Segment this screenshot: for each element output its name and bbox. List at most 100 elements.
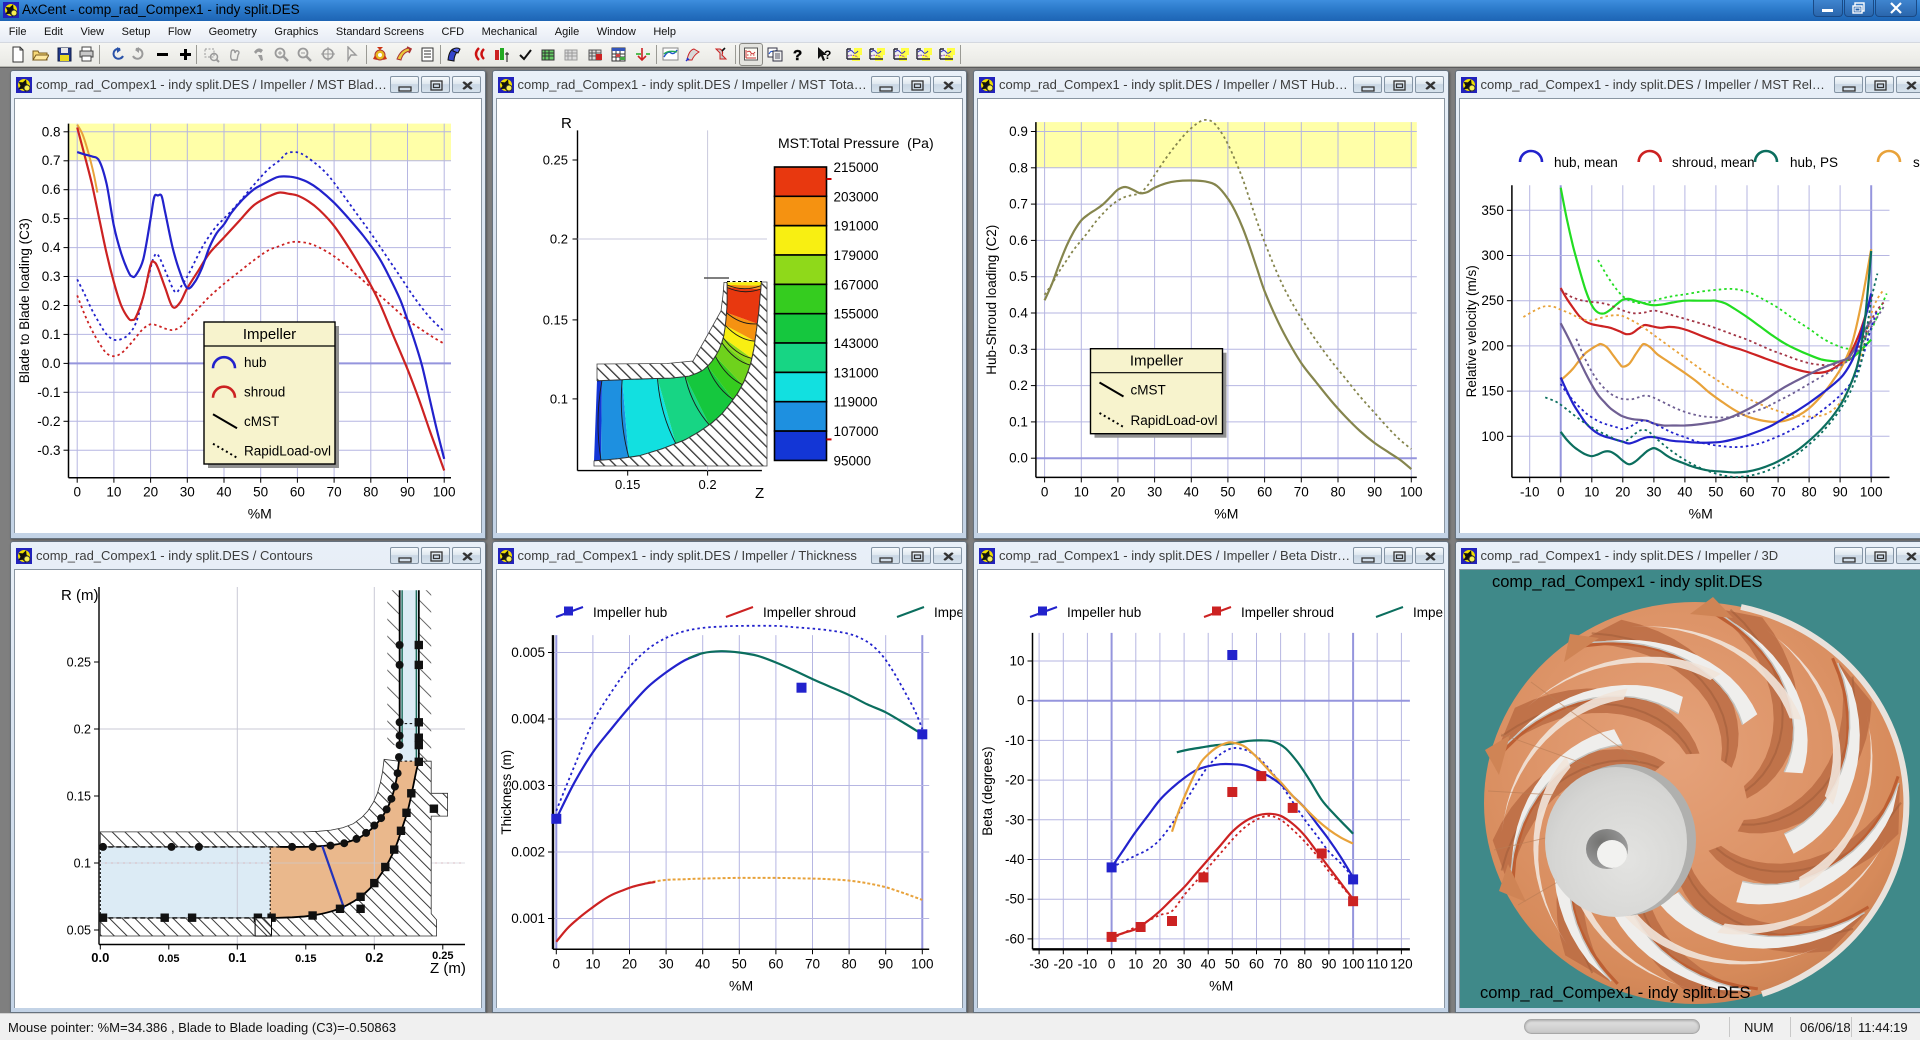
svg-text:100: 100 bbox=[911, 956, 934, 971]
svg-text:R (m): R (m) bbox=[61, 587, 99, 604]
svg-text:-50: -50 bbox=[1005, 892, 1025, 907]
svg-text:60: 60 bbox=[1257, 484, 1272, 499]
svg-text:215000: 215000 bbox=[833, 160, 878, 175]
svg-text:-30: -30 bbox=[1029, 956, 1049, 971]
svg-text:hub: hub bbox=[244, 355, 267, 370]
svg-text:0.4: 0.4 bbox=[42, 240, 61, 255]
svg-text:Impeller hub: Impeller hub bbox=[593, 605, 667, 620]
svg-text:200: 200 bbox=[1481, 338, 1504, 353]
svg-text:Impeller: Impeller bbox=[243, 326, 296, 343]
svg-text:95000: 95000 bbox=[833, 453, 871, 468]
svg-text:0.05: 0.05 bbox=[158, 953, 179, 965]
svg-text:50: 50 bbox=[1220, 484, 1235, 499]
svg-text:hub, mean: hub, mean bbox=[1554, 155, 1618, 170]
svg-text:comp_rad_Compex1 - indy split.: comp_rad_Compex1 - indy split.DES bbox=[1492, 573, 1763, 591]
svg-text:90: 90 bbox=[878, 956, 893, 971]
svg-text:comp_rad_Compex1 - indy split.: comp_rad_Compex1 - indy split.DES bbox=[1480, 984, 1751, 1002]
svg-text:119000: 119000 bbox=[833, 395, 877, 410]
svg-text:Impeller shroud: Impeller shroud bbox=[1241, 605, 1334, 620]
svg-text:80: 80 bbox=[363, 485, 378, 500]
svg-text:30: 30 bbox=[1177, 956, 1192, 971]
svg-text:0.4: 0.4 bbox=[1009, 306, 1028, 321]
svg-text:60: 60 bbox=[1249, 956, 1264, 971]
svg-text:Impeller hub: Impeller hub bbox=[1067, 605, 1141, 620]
svg-text:0.0: 0.0 bbox=[42, 356, 61, 371]
svg-text:Impeller shroud: Impeller shroud bbox=[763, 605, 856, 620]
svg-text:179000: 179000 bbox=[833, 248, 878, 263]
svg-text:167000: 167000 bbox=[833, 277, 878, 292]
svg-text:%M: %M bbox=[1688, 505, 1712, 521]
svg-text:Blade to Blade loading (C3): Blade to Blade loading (C3) bbox=[17, 218, 32, 383]
svg-text:10: 10 bbox=[1128, 956, 1143, 971]
svg-text:70: 70 bbox=[1770, 484, 1785, 499]
svg-text:0.3: 0.3 bbox=[1009, 342, 1028, 357]
svg-text:0.0: 0.0 bbox=[1009, 451, 1028, 466]
svg-text:0: 0 bbox=[1017, 693, 1025, 708]
svg-text:100: 100 bbox=[1481, 429, 1504, 444]
svg-text:-10: -10 bbox=[1519, 484, 1539, 499]
svg-text:0.0: 0.0 bbox=[91, 950, 109, 965]
svg-text:%M: %M bbox=[1209, 977, 1233, 993]
svg-text:0.15: 0.15 bbox=[615, 477, 640, 492]
svg-text:60: 60 bbox=[1739, 484, 1754, 499]
svg-text:%M: %M bbox=[1214, 505, 1238, 521]
svg-text:0.2: 0.2 bbox=[698, 477, 716, 492]
svg-text:40: 40 bbox=[1184, 484, 1199, 499]
svg-text:0.002: 0.002 bbox=[511, 845, 545, 860]
svg-text:-20: -20 bbox=[1054, 956, 1074, 971]
svg-text:30: 30 bbox=[1147, 484, 1162, 499]
svg-text:350: 350 bbox=[1481, 203, 1504, 218]
svg-text:-60: -60 bbox=[1005, 931, 1025, 946]
svg-text:Z (m): Z (m) bbox=[430, 960, 466, 977]
svg-text:90: 90 bbox=[1321, 956, 1336, 971]
svg-text:shroud, mean: shroud, mean bbox=[1672, 155, 1755, 170]
svg-text:R: R bbox=[561, 115, 572, 132]
svg-text:143000: 143000 bbox=[833, 336, 878, 351]
svg-text:0: 0 bbox=[1556, 484, 1564, 499]
svg-text:0.1: 0.1 bbox=[549, 391, 567, 406]
svg-text:-10: -10 bbox=[1005, 733, 1025, 748]
svg-text:0.1: 0.1 bbox=[74, 857, 91, 871]
svg-text:-0.2: -0.2 bbox=[37, 414, 60, 429]
svg-text:Relative velocity (m/s): Relative velocity (m/s) bbox=[1464, 265, 1479, 397]
svg-text:10: 10 bbox=[106, 485, 121, 500]
svg-text:107000: 107000 bbox=[833, 424, 878, 439]
svg-text:10: 10 bbox=[585, 956, 600, 971]
svg-text:0.25: 0.25 bbox=[67, 656, 91, 670]
svg-text:Hub-Shroud loading (C2): Hub-Shroud loading (C2) bbox=[984, 225, 999, 375]
svg-text:30: 30 bbox=[658, 956, 673, 971]
svg-text:10: 10 bbox=[1074, 484, 1089, 499]
svg-text:shroud: shroud bbox=[244, 385, 285, 400]
svg-text:50: 50 bbox=[253, 485, 268, 500]
svg-text:0.2: 0.2 bbox=[74, 723, 91, 737]
svg-text:100: 100 bbox=[433, 485, 456, 500]
svg-text:0.8: 0.8 bbox=[1009, 160, 1028, 175]
svg-text:-0.1: -0.1 bbox=[37, 385, 60, 400]
svg-text:%M: %M bbox=[729, 977, 753, 993]
svg-text:120: 120 bbox=[1390, 956, 1413, 971]
svg-text:0.2: 0.2 bbox=[1009, 378, 1028, 393]
svg-text:0: 0 bbox=[73, 485, 81, 500]
svg-text:60: 60 bbox=[768, 956, 783, 971]
svg-text:-0.3: -0.3 bbox=[37, 443, 60, 458]
svg-text:131000: 131000 bbox=[833, 365, 878, 380]
svg-text:203000: 203000 bbox=[833, 189, 878, 204]
svg-text:0.9: 0.9 bbox=[1009, 124, 1028, 139]
svg-text:20: 20 bbox=[621, 956, 636, 971]
svg-text:0: 0 bbox=[1041, 484, 1049, 499]
svg-text:hub, PS: hub, PS bbox=[1790, 155, 1838, 170]
svg-text:80: 80 bbox=[1801, 484, 1816, 499]
svg-text:?: ? bbox=[793, 47, 802, 63]
svg-text:50: 50 bbox=[731, 956, 746, 971]
svg-text:0.6: 0.6 bbox=[42, 182, 61, 197]
svg-text:10: 10 bbox=[1009, 654, 1024, 669]
svg-text:50: 50 bbox=[1708, 484, 1723, 499]
svg-text:100: 100 bbox=[1400, 484, 1423, 499]
svg-text:Impeller: Impeller bbox=[1130, 353, 1183, 370]
svg-text:s: s bbox=[1913, 155, 1920, 170]
svg-text:50: 50 bbox=[1225, 956, 1240, 971]
svg-text:0.15: 0.15 bbox=[295, 953, 316, 965]
svg-text:0.1: 0.1 bbox=[228, 950, 246, 965]
svg-text:0.25: 0.25 bbox=[542, 153, 567, 168]
svg-text:Impe: Impe bbox=[1413, 605, 1443, 620]
